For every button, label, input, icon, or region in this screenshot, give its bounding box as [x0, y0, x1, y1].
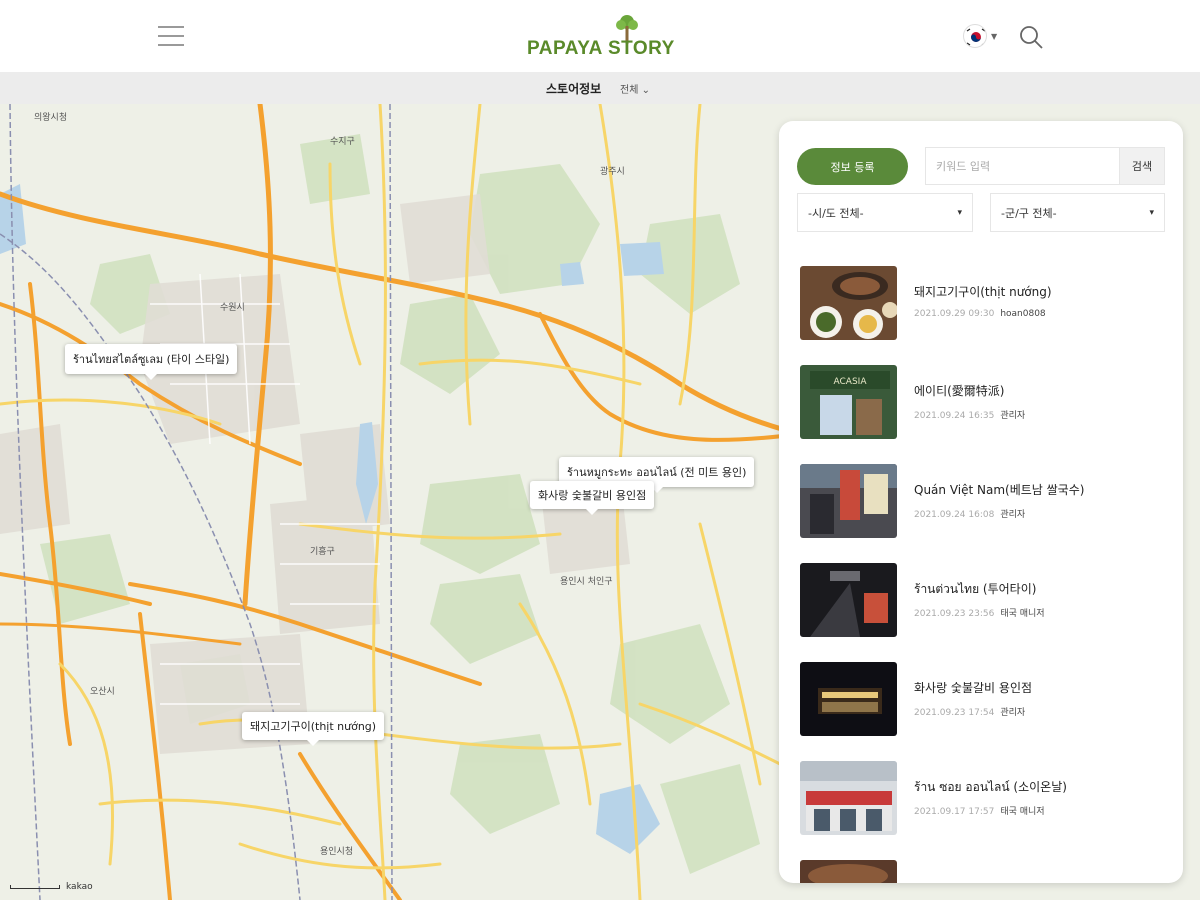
store-meta: 2021.09.17 17:57 태국 매니저 — [914, 807, 1045, 817]
map-pin-thai-style[interactable]: ร้านไทยสไตล์ซูเลม (타이 스타일) — [65, 344, 238, 380]
map-label: 오산시 — [90, 687, 115, 697]
store-list-panel: 정보 등록 검색 -시/도 전체- ▾ -군/구 전체- ▾ 돼지고기구이(th… — [779, 121, 1183, 883]
store-thumbnail — [800, 266, 897, 340]
map-label: 수지구 — [330, 137, 355, 147]
map-label: 용인시청 — [320, 847, 354, 857]
page-title: 스토어정보 — [546, 82, 602, 96]
district-select[interactable]: -군/구 전체- ▾ — [990, 193, 1165, 232]
logo[interactable]: PAPAYA STORY — [527, 14, 677, 62]
list-item[interactable]: ร้าน ซอย ออนไลน์ (소이온날) 2021.09.17 17:57… — [800, 761, 1170, 837]
map-label: 용인시 처인구 — [560, 577, 613, 587]
scale-bar — [10, 885, 60, 889]
store-meta: 2021.09.24 16:08 관리자 — [914, 510, 1026, 520]
chevron-down-icon: ⌄ — [641, 85, 650, 96]
header: PAPAYA STORY ▼ — [0, 0, 1200, 72]
list-item[interactable]: 돼지고기구이(thịt nướng) 2021.09.29 09:30 hoan0… — [800, 266, 1170, 342]
chevron-down-icon: ▾ — [957, 207, 962, 218]
list-item[interactable]: 화사랑 숯불갈비 용인점 2021.09.23 17:54 관리자 — [800, 662, 1170, 738]
map-label: 의왕시청 — [34, 113, 68, 123]
list-item[interactable]: ACASIA 에이티(愛爾特派) 2021.09.24 16:35 관리자 — [800, 365, 1170, 441]
store-meta: 2021.09.23 17:54 관리자 — [914, 708, 1026, 718]
language-selector[interactable]: ▼ — [963, 24, 997, 48]
map-attribution: kakao — [66, 882, 93, 892]
korean-flag-icon — [963, 24, 987, 48]
map-label: 수원시 — [220, 303, 245, 313]
city-select[interactable]: -시/도 전체- ▾ — [797, 193, 973, 232]
store-thumbnail — [800, 761, 897, 835]
sub-navigation: 스토어정보 전체 ⌄ — [0, 72, 1200, 104]
register-info-button[interactable]: 정보 등록 — [797, 148, 908, 185]
store-title: Quán Việt Nam(베트남 쌀국수) — [914, 483, 1085, 497]
store-title: ร้านต่วนไทย (투어타이) — [914, 582, 1037, 596]
map-label: 기흥구 — [310, 547, 335, 557]
hamburger-menu-icon[interactable] — [158, 24, 184, 48]
category-filter[interactable]: 전체 ⌄ — [620, 81, 650, 96]
map-label: 광주시 — [600, 167, 625, 177]
store-thumbnail — [800, 860, 897, 883]
store-title: 화사랑 숯불갈비 용인점 — [914, 681, 1033, 695]
map-pin-hwasarang[interactable]: 화사랑 숯불갈비 용인점 — [530, 481, 655, 515]
map-pin-thit-nuong[interactable]: 돼지고기구이(thịt nướng) — [242, 712, 385, 746]
store-meta: 2021.09.23 23:56 태국 매니저 — [914, 609, 1045, 619]
chevron-down-icon: ▾ — [1149, 207, 1154, 218]
list-item[interactable]: ร้านต่วนไทย (투어타이) 2021.09.23 23:56 태국 매니… — [800, 563, 1170, 639]
search-icon[interactable] — [1018, 24, 1044, 50]
store-title: ร้าน ซอย ออนไลน์ (소이온날) — [914, 780, 1067, 794]
store-thumbnail: ACASIA — [800, 365, 897, 439]
list-item[interactable]: Quán Việt Nam(베트남 쌀국수) 2021.09.24 16:08 관… — [800, 464, 1170, 540]
logo-text: PAPAYA STORY — [527, 38, 675, 59]
store-thumbnail — [800, 464, 897, 538]
list-item[interactable] — [800, 860, 1170, 883]
svg-text:ACASIA: ACASIA — [834, 377, 868, 387]
store-meta: 2021.09.24 16:35 관리자 — [914, 411, 1026, 421]
store-meta: 2021.09.29 09:30 hoan0808 — [914, 309, 1046, 319]
store-thumbnail — [800, 563, 897, 637]
store-title: 에이티(愛爾特派) — [914, 384, 1005, 398]
search-button[interactable]: 검색 — [1119, 147, 1165, 185]
store-title: 돼지고기구이(thịt nướng) — [914, 285, 1052, 299]
map-scale: kakao — [10, 882, 93, 892]
chevron-down-icon: ▼ — [991, 31, 998, 41]
keyword-search-input[interactable] — [925, 147, 1119, 185]
store-thumbnail — [800, 662, 897, 736]
